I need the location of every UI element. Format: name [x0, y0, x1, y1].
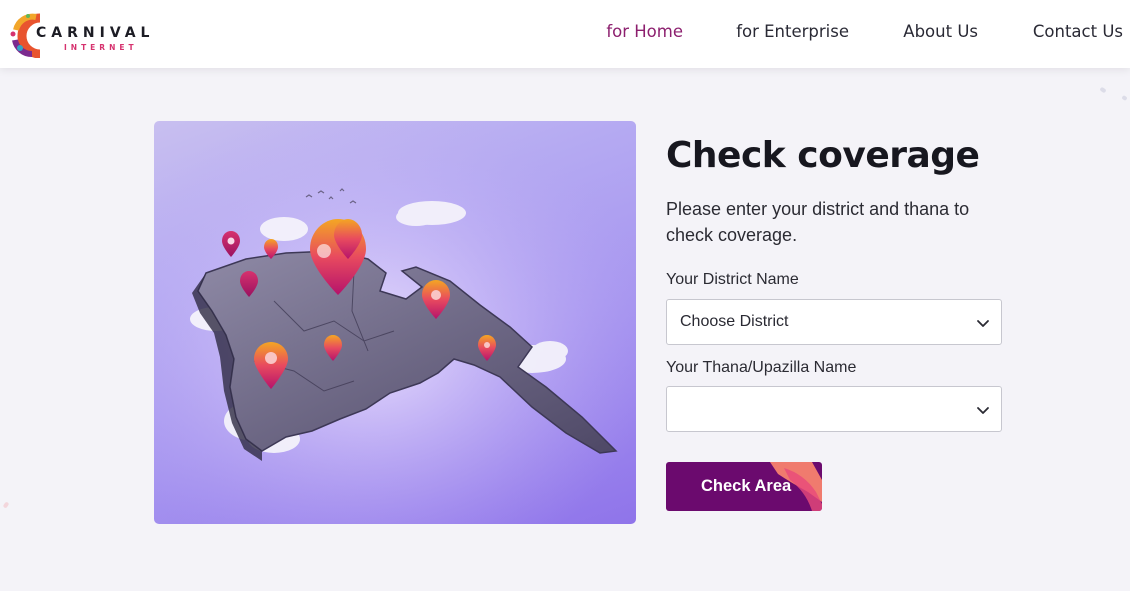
decor-speck: [1099, 86, 1107, 94]
nav-contact-us[interactable]: Contact Us: [1033, 22, 1123, 41]
page-title: Check coverage: [666, 135, 980, 176]
nav-for-home[interactable]: for Home: [606, 22, 683, 41]
site-header: CARNIVAL INTERNET for Home for Enterpris…: [0, 0, 1130, 68]
chevron-down-icon: [977, 320, 989, 327]
check-coverage-form: Check coverage Please enter your distric…: [666, 135, 1006, 511]
check-area-button-label: Check Area: [701, 477, 792, 495]
decor-speck: [1121, 94, 1128, 102]
map-with-location-pins-icon: [154, 121, 636, 524]
district-select[interactable]: Choose District: [666, 299, 1002, 345]
thana-select[interactable]: [666, 386, 1002, 432]
district-select-value: Choose District: [680, 313, 789, 330]
coverage-instructions: Please enter your district and thana to …: [666, 199, 970, 245]
nav-about-us[interactable]: About Us: [903, 22, 978, 41]
coverage-map-illustration: [154, 121, 636, 524]
decor-speck: [2, 501, 10, 509]
check-area-button[interactable]: Check Area: [666, 462, 822, 511]
chevron-down-icon: [977, 407, 989, 414]
thana-label: Your Thana/Upazilla Name: [666, 359, 857, 376]
nav-for-enterprise[interactable]: for Enterprise: [736, 22, 849, 41]
district-label: Your District Name: [666, 271, 799, 288]
carnival-logo[interactable]: CARNIVAL INTERNET: [6, 8, 166, 60]
logo-tagline: INTERNET: [64, 43, 138, 52]
logo-wordmark: CARNIVAL: [36, 25, 155, 41]
